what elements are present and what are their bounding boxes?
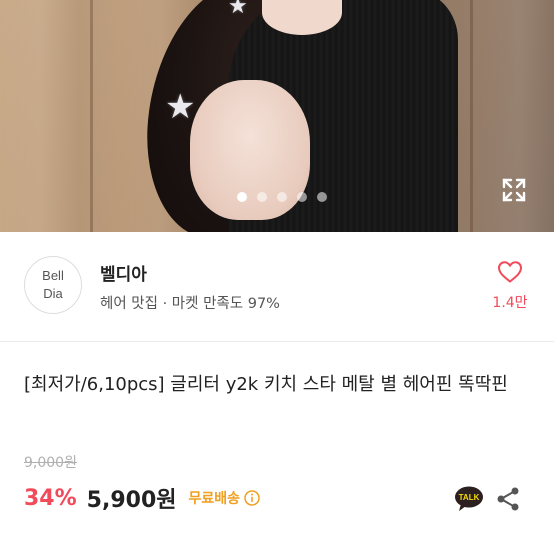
star-hairpin: ★ [228, 0, 248, 19]
talk-label: TALK [459, 493, 480, 502]
shop-name[interactable]: 벨디아 [100, 260, 147, 285]
star-hairpin: ★ [165, 87, 196, 127]
kakaotalk-icon[interactable]: TALK [454, 486, 484, 512]
carousel-dot[interactable] [277, 192, 287, 202]
carousel-dot-active[interactable] [237, 192, 247, 202]
shipping-badge: 무료배송 [188, 491, 241, 507]
product-title: [최저가/6,10pcs] 글리터 y2k 키치 스타 메탈 별 헤어핀 똑딱핀 [24, 374, 508, 395]
shop-section: Bell Dia 벨디아 헤어 맛집 · 마켓 만족도 97% 1.4만 [0, 232, 554, 342]
shop-logo-line1: Bell [42, 268, 64, 284]
share-icon[interactable] [496, 486, 520, 512]
sale-price: 5,900원 [86, 488, 177, 513]
carousel-dot[interactable] [317, 192, 327, 202]
heart-icon [497, 261, 523, 283]
shop-logo[interactable]: Bell Dia [24, 256, 82, 314]
shop-logo-line2: Dia [43, 286, 63, 301]
favorite-button[interactable]: 1.4만 [490, 260, 530, 312]
product-image[interactable]: ★ ★ [0, 0, 554, 232]
discount-rate: 34% [24, 485, 77, 511]
carousel-dot[interactable] [297, 192, 307, 202]
expand-icon[interactable] [500, 176, 528, 204]
price-row: 34% 5,900원 무료배송 [24, 482, 260, 514]
carousel-dot[interactable] [257, 192, 267, 202]
info-icon[interactable] [244, 490, 260, 506]
shop-meta: 헤어 맛집 · 마켓 만족도 97% [100, 296, 280, 312]
favorite-count: 1.4만 [492, 295, 528, 311]
original-price: 9,000원 [24, 455, 77, 471]
carousel-dots [0, 192, 554, 202]
